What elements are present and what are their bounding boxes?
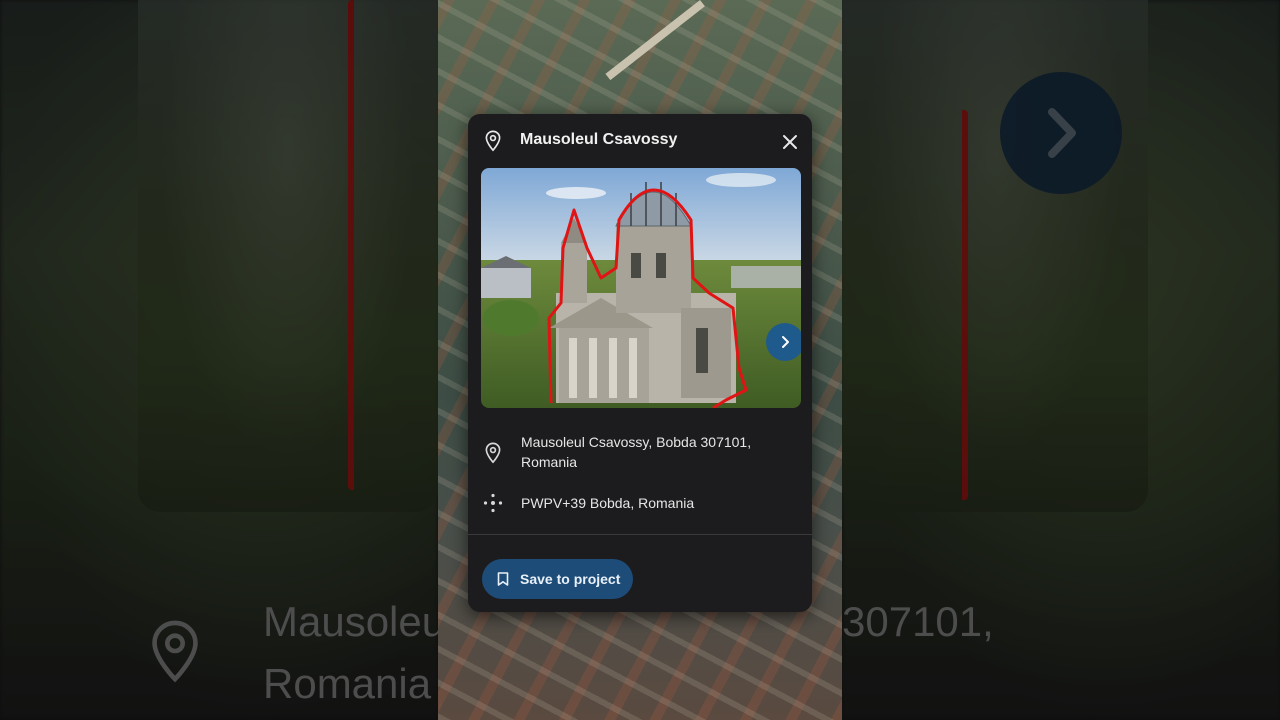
map-pin-icon bbox=[485, 130, 501, 152]
address-text: Mausoleul Csavossy, Bobda 307101, Romani… bbox=[521, 434, 752, 470]
place-photo[interactable] bbox=[481, 168, 801, 408]
place-title: Mausoleul Csavossy bbox=[520, 131, 678, 148]
card-header: Mausoleul Csavossy bbox=[468, 114, 812, 168]
chevron-right-icon bbox=[782, 336, 789, 348]
next-photo-button[interactable] bbox=[766, 323, 801, 361]
close-icon bbox=[783, 135, 797, 149]
bookmark-icon bbox=[497, 572, 509, 586]
save-to-project-button[interactable]: Save to project bbox=[482, 559, 633, 599]
card-divider bbox=[468, 534, 812, 535]
map-pin-icon bbox=[485, 442, 501, 464]
mausoleum-photo-illustration bbox=[481, 168, 801, 408]
close-button[interactable] bbox=[776, 128, 804, 156]
save-button-label: Save to project bbox=[520, 571, 621, 587]
place-card: Mausoleul Csavossy Mausoleul Csavossy, B… bbox=[468, 114, 812, 612]
plus-code-text: PWPV+39 Bobda, Romania bbox=[521, 495, 695, 511]
plus-code-icon bbox=[483, 493, 503, 513]
